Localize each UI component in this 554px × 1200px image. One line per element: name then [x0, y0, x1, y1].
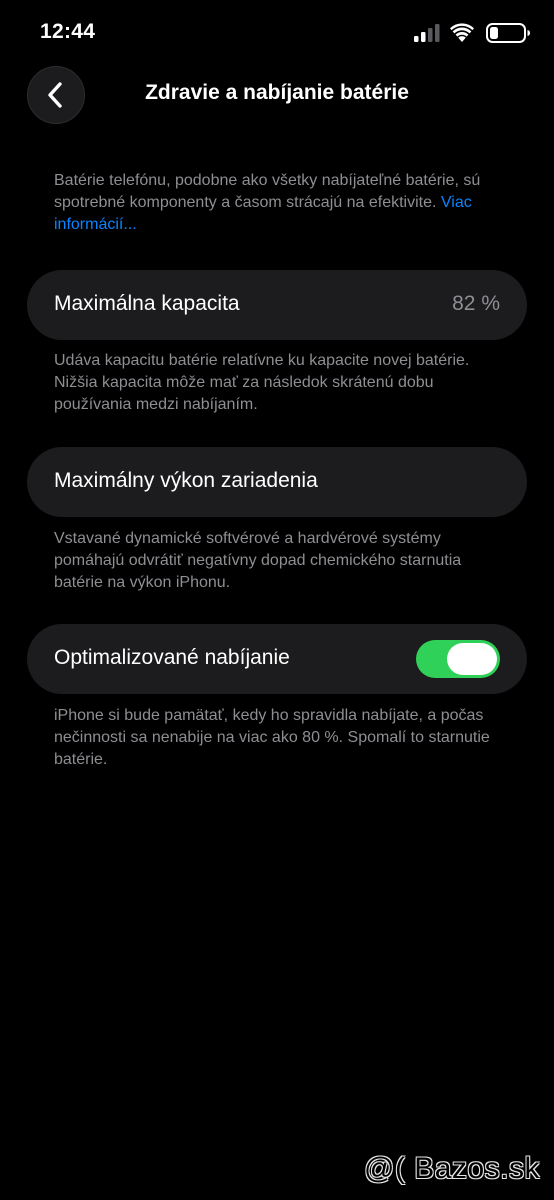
status-icons	[402, 22, 532, 44]
optimized-charging-label: Optimalizované nabíjanie	[54, 646, 290, 669]
page-title-text: Zdravie a nabíjanie batérie	[145, 81, 409, 104]
wifi-icon	[450, 23, 474, 42]
optimized-charging-row: Optimalizované nabíjanie	[27, 624, 527, 694]
page-title: Zdravie a nabíjanie batérie	[0, 81, 554, 105]
nav-bar: Zdravie a nabíjanie batérie	[0, 66, 554, 124]
max-capacity-row: Maximálna kapacita 82 %	[27, 270, 527, 340]
max-capacity-value: 82 %	[452, 292, 500, 315]
optimized-charging-footnote: iPhone si bude pamätať, kedy ho spravidl…	[54, 707, 490, 768]
watermark: @( Bazos.sk	[364, 1152, 540, 1185]
peak-performance-label: Maximálny výkon zariadenia	[54, 469, 318, 492]
intro-text: Batérie telefónu, podobne ako všetky nab…	[54, 170, 514, 236]
peak-performance-row[interactable]: Maximálny výkon zariadenia	[27, 447, 527, 517]
toggle-knob	[447, 643, 497, 675]
max-capacity-label: Maximálna kapacita	[54, 292, 240, 315]
max-capacity-footnote: Udáva kapacitu batérie relatívne ku kapa…	[54, 352, 470, 413]
signal-icon	[414, 24, 440, 42]
battery-icon	[486, 23, 530, 43]
optimized-charging-toggle[interactable]	[416, 640, 500, 678]
intro-description: Batérie telefónu, podobne ako všetky nab…	[54, 172, 481, 211]
peak-performance-footnote: Vstavané dynamické softvérové a hardvéro…	[54, 530, 462, 591]
status-bar: 12:44	[0, 0, 554, 66]
status-time: 12:44	[40, 20, 96, 43]
